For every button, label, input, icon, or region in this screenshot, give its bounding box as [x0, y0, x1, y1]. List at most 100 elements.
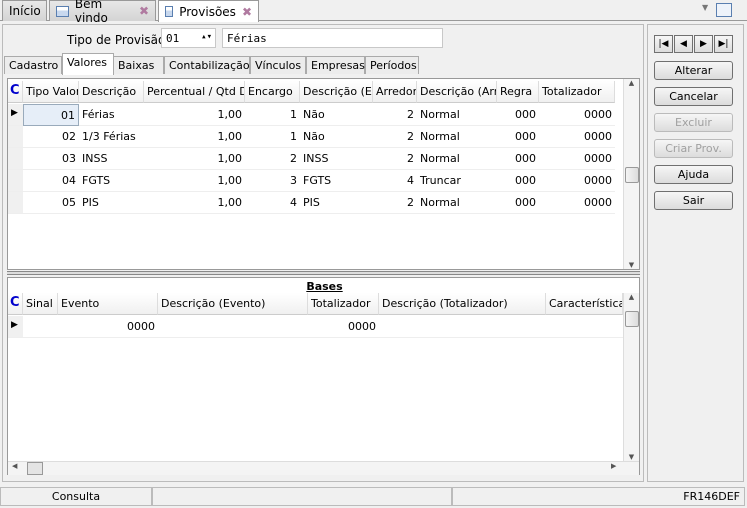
table-cell[interactable]: Férias [79, 104, 144, 126]
column-header[interactable]: Totalizador [308, 293, 379, 315]
table-cell[interactable]: 3 [245, 170, 300, 192]
table-cell[interactable]: 0000 [539, 148, 615, 170]
horizontal-scrollbar[interactable]: ◀ ▶ [8, 461, 639, 475]
table-cell[interactable]: 04 [23, 170, 79, 192]
table-cell[interactable]: 000 [497, 126, 539, 148]
table-cell[interactable]: 1 [245, 104, 300, 126]
scroll-thumb[interactable] [27, 462, 43, 475]
table-cell[interactable]: 1,00 [144, 170, 245, 192]
table-cell[interactable]: 1,00 [144, 148, 245, 170]
table-cell[interactable] [158, 316, 308, 338]
table-cell[interactable]: 01 [23, 104, 79, 126]
column-header[interactable]: Descrição [79, 81, 144, 103]
criar-prov-button[interactable]: Criar Prov. [654, 139, 733, 158]
scroll-left-icon[interactable]: ◀ [12, 462, 17, 470]
table-cell[interactable]: 0000 [539, 192, 615, 214]
close-icon[interactable]: ✖ [139, 4, 149, 18]
table-cell[interactable]: 000 [497, 192, 539, 214]
column-header[interactable]: Percentual / Qtd D [144, 81, 245, 103]
vertical-scrollbar[interactable]: ▲ ▼ [623, 79, 639, 269]
column-header[interactable]: Arredor [373, 81, 417, 103]
tab-inicio[interactable]: Início [2, 0, 47, 21]
tab-empresas[interactable]: Empresas [306, 56, 365, 74]
table-cell[interactable]: 0000 [539, 104, 615, 126]
table-cell[interactable]: 4 [245, 192, 300, 214]
table-cell[interactable]: 1,00 [144, 192, 245, 214]
column-header[interactable]: Totalizador [539, 81, 615, 103]
table-cell[interactable]: Normal [417, 126, 497, 148]
first-record-button[interactable]: |◀ [654, 35, 673, 53]
column-header[interactable]: Evento [58, 293, 158, 315]
column-header[interactable]: Sinal [23, 293, 58, 315]
tab-contabilização[interactable]: Contabilização [164, 56, 250, 74]
excluir-button[interactable]: Excluir [654, 113, 733, 132]
table-cell[interactable] [379, 316, 546, 338]
scroll-thumb[interactable] [625, 167, 639, 183]
scroll-up-icon[interactable]: ▲ [624, 293, 639, 301]
table-cell[interactable]: 0000 [308, 316, 379, 338]
ajuda-button[interactable]: Ajuda [654, 165, 733, 184]
table-cell[interactable]: INSS [300, 148, 373, 170]
table-cell[interactable]: Normal [417, 192, 497, 214]
table-cell[interactable]: FGTS [300, 170, 373, 192]
prev-record-button[interactable]: ◀ [674, 35, 693, 53]
table-cell[interactable]: 2 [245, 148, 300, 170]
column-header[interactable]: Descrição (Evento) [158, 293, 308, 315]
spin-icon[interactable]: ▴▾ [201, 32, 212, 42]
table-cell[interactable]: 03 [23, 148, 79, 170]
table-cell[interactable]: 0000 [539, 170, 615, 192]
table-cell[interactable]: 0000 [539, 126, 615, 148]
tipo-provisao-code-field[interactable]: 01 ▴▾ [161, 28, 216, 48]
scroll-thumb[interactable] [625, 311, 639, 327]
table-cell[interactable] [23, 316, 58, 338]
table-cell[interactable]: Normal [417, 148, 497, 170]
column-chooser-icon[interactable]: C [8, 81, 23, 103]
alterar-button[interactable]: Alterar [654, 61, 733, 80]
column-header[interactable]: Regra [497, 81, 539, 103]
column-header[interactable]: Encargo [245, 81, 300, 103]
next-record-button[interactable]: ▶ [694, 35, 713, 53]
table-cell[interactable]: 4 [373, 170, 417, 192]
table-cell[interactable]: FGTS [79, 170, 144, 192]
column-header[interactable]: Tipo Valor [23, 81, 79, 103]
scroll-right-icon[interactable]: ▶ [611, 462, 616, 470]
table-cell[interactable]: 2 [373, 192, 417, 214]
tab-vínculos[interactable]: Vínculos [250, 56, 306, 74]
tab-valores[interactable]: Valores [62, 53, 114, 75]
vertical-scrollbar[interactable]: ▲ ▼ [623, 293, 639, 461]
column-header[interactable]: Característica [546, 293, 623, 315]
table-cell[interactable]: 2 [373, 126, 417, 148]
table-cell[interactable]: 000 [497, 170, 539, 192]
table-cell[interactable]: INSS [79, 148, 144, 170]
column-header[interactable]: Descrição (Arre [417, 81, 497, 103]
table-cell[interactable] [546, 316, 623, 338]
table-cell[interactable]: PIS [79, 192, 144, 214]
table-cell[interactable]: 000 [497, 104, 539, 126]
splitter[interactable] [7, 271, 640, 275]
table-cell[interactable]: 1/3 Férias [79, 126, 144, 148]
sair-button[interactable]: Sair [654, 191, 733, 210]
cancelar-button[interactable]: Cancelar [654, 87, 733, 106]
tab-cadastro[interactable]: Cadastro [4, 56, 62, 74]
tab-períodos[interactable]: Períodos [365, 56, 419, 74]
table-cell[interactable]: Truncar [417, 170, 497, 192]
table-cell[interactable]: 1,00 [144, 104, 245, 126]
table-cell[interactable]: 1 [245, 126, 300, 148]
scroll-down-icon[interactable]: ▼ [624, 261, 639, 269]
scroll-up-icon[interactable]: ▲ [624, 79, 639, 87]
table-cell[interactable]: 2 [373, 104, 417, 126]
table-cell[interactable]: 02 [23, 126, 79, 148]
table-cell[interactable]: Normal [417, 104, 497, 126]
table-cell[interactable]: PIS [300, 192, 373, 214]
table-cell[interactable]: 2 [373, 148, 417, 170]
last-record-button[interactable]: ▶| [714, 35, 733, 53]
column-header[interactable]: Descrição (Totalizador) [379, 293, 546, 315]
table-cell[interactable]: 05 [23, 192, 79, 214]
column-chooser-icon[interactable]: C [8, 293, 23, 315]
tab-bem-vindo[interactable]: Bem vindo ✖ [49, 0, 156, 25]
table-cell[interactable]: 1,00 [144, 126, 245, 148]
table-cell[interactable]: 0000 [58, 316, 158, 338]
table-cell[interactable]: Não [300, 126, 373, 148]
table-cell[interactable]: Não [300, 104, 373, 126]
tab-baixas[interactable]: Baixas [113, 56, 164, 74]
